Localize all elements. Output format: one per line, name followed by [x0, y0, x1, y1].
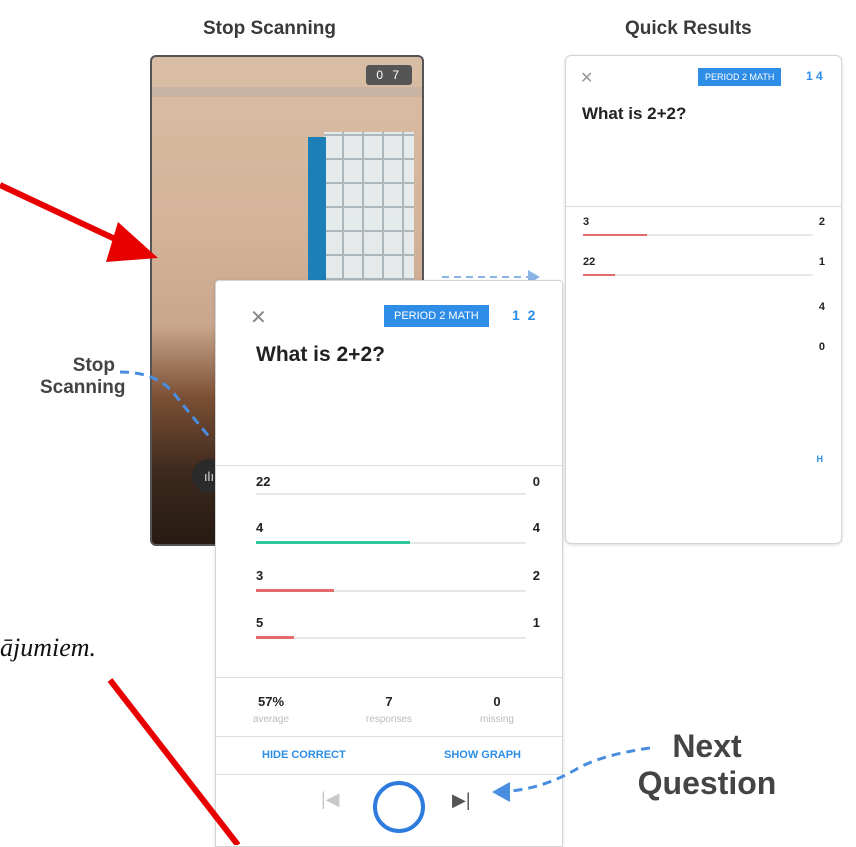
- red-arrow-line: [0, 182, 132, 249]
- next-dash-arrow-head: [492, 782, 510, 802]
- next-dash-arrow: [499, 746, 651, 794]
- stop-dash-arrow: [119, 370, 214, 441]
- annotation-arrows: [0, 182, 651, 845]
- red-arrow-head: [106, 222, 158, 262]
- red-diagonal-line: [107, 678, 241, 845]
